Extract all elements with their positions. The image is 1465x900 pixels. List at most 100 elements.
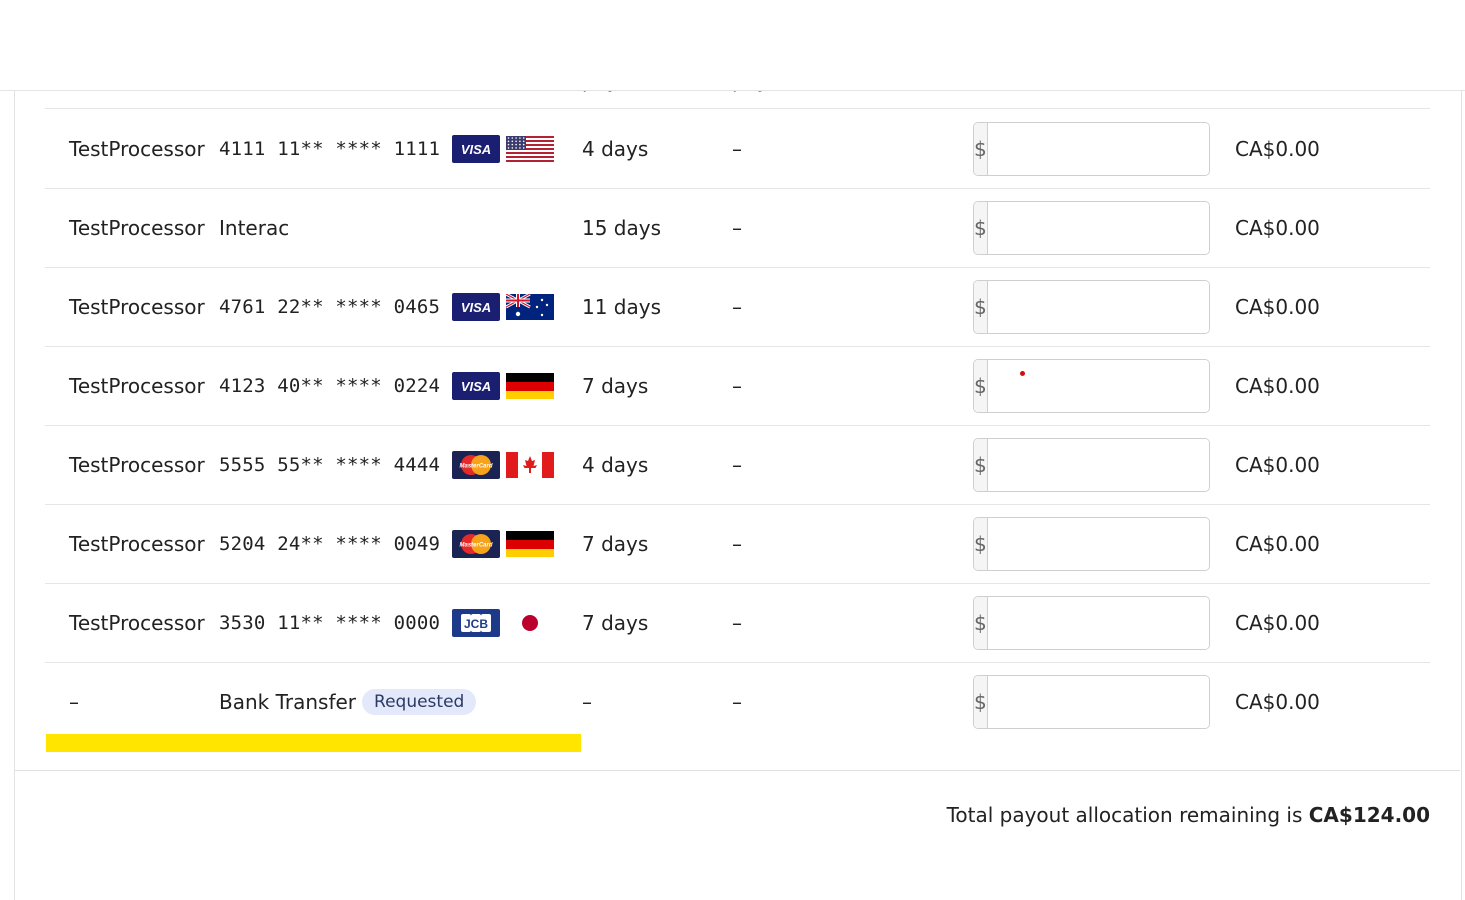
- currency-addon: $: [974, 675, 988, 728]
- us-flag-icon: [506, 135, 555, 162]
- amount-cell: $: [973, 583, 1210, 662]
- mastercard-icon: MasterCard: [452, 450, 501, 479]
- allocated-amount: CA$0.00: [1235, 136, 1320, 161]
- visa-icon: VISA: [452, 134, 501, 163]
- amount-input-group: $: [973, 595, 1210, 650]
- method-cell: 4761 22** **** 0465 VISA: [219, 267, 555, 346]
- error-dot-icon: [1020, 370, 1025, 376]
- last-payout: –: [732, 689, 742, 714]
- footer-summary: Total payout allocation remaining is CA$…: [947, 803, 1430, 827]
- processor-name: TestProcessor: [69, 136, 205, 161]
- svg-text:VISA: VISA: [461, 300, 491, 315]
- amount-cell: $: [973, 346, 1210, 425]
- de-flag-icon: [506, 530, 555, 557]
- payout-cell: –: [732, 583, 742, 662]
- amount-input[interactable]: [987, 359, 1209, 412]
- amount-input-group: $: [973, 674, 1210, 729]
- footer-amount: CA$124.00: [1308, 803, 1430, 827]
- processor-name: TestProcessor: [69, 452, 205, 477]
- jcb-icon: JCB: [452, 608, 501, 637]
- amount-cell: $: [973, 188, 1210, 267]
- allocated-amount: CA$0.00: [1235, 294, 1320, 319]
- amount-cell: $: [973, 109, 1210, 188]
- time-cell: 7 days: [582, 583, 648, 662]
- footer-text: Total payout allocation remaining is: [946, 803, 1303, 827]
- au-flag-icon: [506, 293, 555, 320]
- time-since-payment: –: [582, 689, 592, 714]
- time-cell: 11 days: [582, 267, 661, 346]
- top-bar-border: [0, 90, 1465, 91]
- allocated-cell: CA$0.00: [1235, 346, 1320, 425]
- amount-input-group: $: [973, 200, 1210, 255]
- allocated-cell: CA$0.00: [1235, 662, 1320, 741]
- amount-input-group: $: [973, 279, 1210, 334]
- time-since-payment: 4 days: [582, 452, 649, 477]
- highlight-bar: [46, 734, 581, 752]
- time-cell: 4 days: [582, 109, 648, 188]
- table-row: TestProcessor 5555 55** **** 4444 MasterCa…: [45, 425, 1430, 505]
- table-row: TestProcessor Interac 15 days – $ CA$0.00: [45, 188, 1430, 268]
- last-payout: –: [732, 136, 742, 161]
- status-badge: Requested: [362, 688, 477, 715]
- allocated-amount: CA$0.00: [1235, 610, 1320, 635]
- processor-name: TestProcessor: [69, 531, 205, 556]
- allocated-cell: CA$0.00: [1235, 188, 1320, 267]
- table-row: TestProcessor 3530 11** **** 0000 JCB 7 day…: [45, 583, 1430, 663]
- currency-addon: $: [974, 438, 988, 491]
- time-since-payment: 7 days: [582, 610, 649, 635]
- last-payout: –: [732, 294, 742, 319]
- amount-input[interactable]: [987, 596, 1209, 649]
- last-payout: –: [732, 215, 742, 240]
- amount-input[interactable]: [987, 280, 1209, 333]
- payout-cell: –: [732, 346, 742, 425]
- allocated-cell: CA$0.00: [1235, 425, 1320, 504]
- allocated-cell: CA$0.00: [1235, 583, 1320, 662]
- amount-input-group: $: [973, 358, 1210, 413]
- top-bar: [0, 0, 1465, 90]
- processor-cell: TestProcessor: [69, 583, 205, 662]
- svg-text:MasterCard: MasterCard: [460, 463, 493, 469]
- processor-name: TestProcessor: [69, 294, 205, 319]
- currency-addon: $: [974, 596, 988, 649]
- amount-input[interactable]: [987, 438, 1209, 491]
- time-since-payment: 7 days: [582, 531, 649, 556]
- currency-addon: $: [974, 201, 988, 254]
- allocated-cell: CA$0.00: [1235, 504, 1320, 583]
- allocated-cell: CA$0.00: [1235, 267, 1320, 346]
- footer-divider: [15, 770, 1460, 771]
- payout-cell: –: [732, 662, 742, 741]
- payout-cell: –: [732, 188, 742, 267]
- processor-name: TestProcessor: [69, 610, 205, 635]
- method-cell: 4111 11** **** 1111 VISA: [219, 109, 555, 188]
- allocated-amount: CA$0.00: [1235, 215, 1320, 240]
- allocated-cell: CA$0.00: [1235, 109, 1320, 188]
- method-cell: 4123 40** **** 0224 VISA: [219, 346, 555, 425]
- amount-input[interactable]: [987, 517, 1209, 570]
- amount-input[interactable]: [987, 201, 1209, 254]
- processor-cell: TestProcessor: [69, 425, 205, 504]
- amount-input[interactable]: [987, 122, 1209, 175]
- processor-cell: TestProcessor: [69, 504, 205, 583]
- amount-input[interactable]: [987, 675, 1209, 728]
- table-row: TestProcessor 4761 22** **** 0465 VISA 11 d…: [45, 267, 1430, 347]
- currency-addon: $: [974, 280, 988, 333]
- ca-flag-icon: [506, 451, 555, 478]
- time-cell: 4 days: [582, 425, 648, 504]
- currency-addon: $: [974, 517, 988, 570]
- svg-text:VISA: VISA: [461, 142, 491, 157]
- payout-cell: –: [732, 504, 742, 583]
- table-row: TestProcessor 4111 11** **** 1111 VISA 4 da…: [45, 109, 1430, 189]
- processor-cell: TestProcessor: [69, 109, 205, 188]
- svg-text:MasterCard: MasterCard: [460, 542, 493, 548]
- payout-cell: –: [732, 109, 742, 188]
- amount-cell: $: [973, 267, 1210, 346]
- table-row: TestProcessor 4123 40** **** 0224 VISA 7 da…: [45, 346, 1430, 426]
- amount-input-group: $: [973, 437, 1210, 492]
- last-payout: –: [732, 373, 742, 398]
- amount-cell: $: [973, 662, 1210, 741]
- table-row: – Bank Transfer Requested – – $ CA$0.00: [45, 662, 1430, 741]
- payment-method: 4123 40** **** 0224: [219, 374, 441, 397]
- amount-cell: $: [973, 425, 1210, 504]
- payment-method: 5204 24** **** 0049: [219, 532, 441, 555]
- time-since-payment: 15 days: [582, 215, 662, 240]
